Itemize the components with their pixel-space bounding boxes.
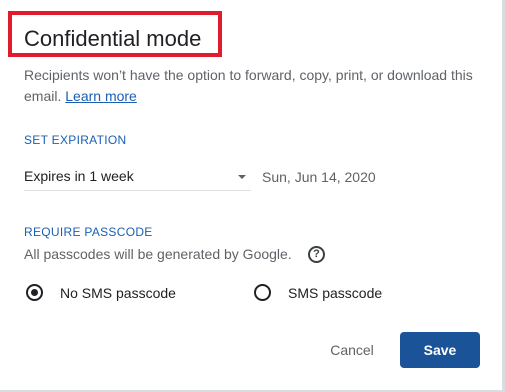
passcode-note: All passcodes will be generated by Googl… <box>24 246 292 262</box>
help-circle-icon[interactable]: ? <box>308 246 325 263</box>
learn-more-link[interactable]: Learn more <box>65 88 137 104</box>
no-sms-passcode-label[interactable]: No SMS passcode <box>60 285 176 301</box>
require-passcode-label: REQUIRE PASSCODE <box>24 225 153 239</box>
dialog-description: Recipients won’t have the option to forw… <box>24 65 474 107</box>
cancel-button[interactable]: Cancel <box>314 333 390 367</box>
no-sms-passcode-radio[interactable] <box>26 284 43 301</box>
page-backdrop: Confidential mode Recipients won’t have … <box>0 0 505 392</box>
save-button[interactable]: Save <box>400 332 480 368</box>
set-expiration-label: SET EXPIRATION <box>24 133 127 147</box>
expiration-date: Sun, Jun 14, 2020 <box>262 169 376 185</box>
expiration-select-value: Expires in 1 week <box>24 168 134 184</box>
confidential-mode-dialog: Confidential mode Recipients won’t have … <box>0 0 502 390</box>
sms-passcode-label[interactable]: SMS passcode <box>288 285 382 301</box>
expiration-select[interactable]: Expires in 1 week <box>24 163 251 191</box>
sms-passcode-radio[interactable] <box>254 284 271 301</box>
dialog-title: Confidential mode <box>24 26 202 51</box>
dropdown-arrow-icon <box>238 175 246 179</box>
